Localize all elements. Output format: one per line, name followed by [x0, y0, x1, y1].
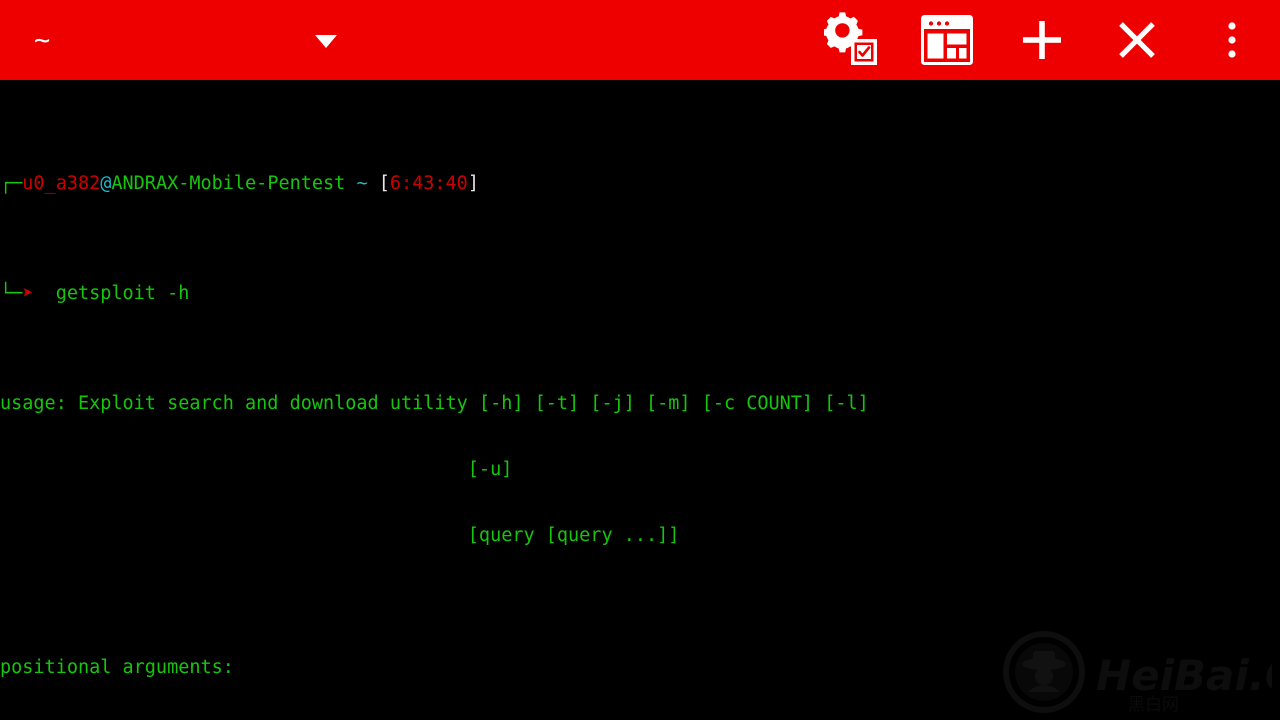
output-line: [query [query ...]]	[0, 525, 680, 546]
close-icon[interactable]	[1105, 8, 1169, 72]
chevron-down-icon[interactable]	[294, 8, 358, 72]
watermark-text: HeiBai.Org	[1096, 651, 1272, 700]
prompt-path: ~	[356, 173, 368, 194]
output-line: positional arguments:	[0, 657, 234, 678]
plus-icon[interactable]	[1010, 8, 1074, 72]
gear-checklist-icon[interactable]	[820, 8, 884, 72]
prompt-user: u0_a382	[22, 173, 101, 194]
toolbar-icon-group	[789, 8, 1280, 72]
terminal-output: ┌─u0_a382@ANDRAX-Mobile-Pentest ~ [6:43:…	[0, 85, 869, 720]
prompt-box-top: ┌─	[0, 173, 23, 194]
prompt-arrow-icon: ➤	[22, 283, 34, 304]
prompt-bracket-open: [	[378, 173, 390, 194]
window-layout-icon[interactable]	[915, 8, 979, 72]
prompt-time-1: 6:43:40	[389, 173, 468, 194]
typed-command: getsploit -h	[55, 283, 190, 304]
prompt-bracket-close: ]	[467, 173, 479, 194]
overflow-menu-icon[interactable]	[1200, 8, 1264, 72]
session-name-label[interactable]: ~	[0, 27, 284, 54]
prompt-host: ANDRAX-Mobile-Pentest	[111, 173, 346, 194]
prompt-box-bottom: └─	[0, 283, 23, 304]
watermark-subtext: 黑白网	[1128, 695, 1179, 715]
command-line: └─➤ getsploit -h	[0, 283, 869, 305]
output-line: usage: Exploit search and download utili…	[0, 393, 869, 414]
prompt-line-1: ┌─u0_a382@ANDRAX-Mobile-Pentest ~ [6:43:…	[0, 173, 869, 195]
watermark-logo: HeiBai.Org 黑白网	[1003, 631, 1272, 715]
output-line: [-u]	[0, 459, 513, 480]
prompt-at: @	[100, 173, 112, 194]
terminal-toolbar: ~	[0, 0, 1280, 80]
terminal-screen[interactable]: ┌─u0_a382@ANDRAX-Mobile-Pentest ~ [6:43:…	[0, 80, 1280, 720]
